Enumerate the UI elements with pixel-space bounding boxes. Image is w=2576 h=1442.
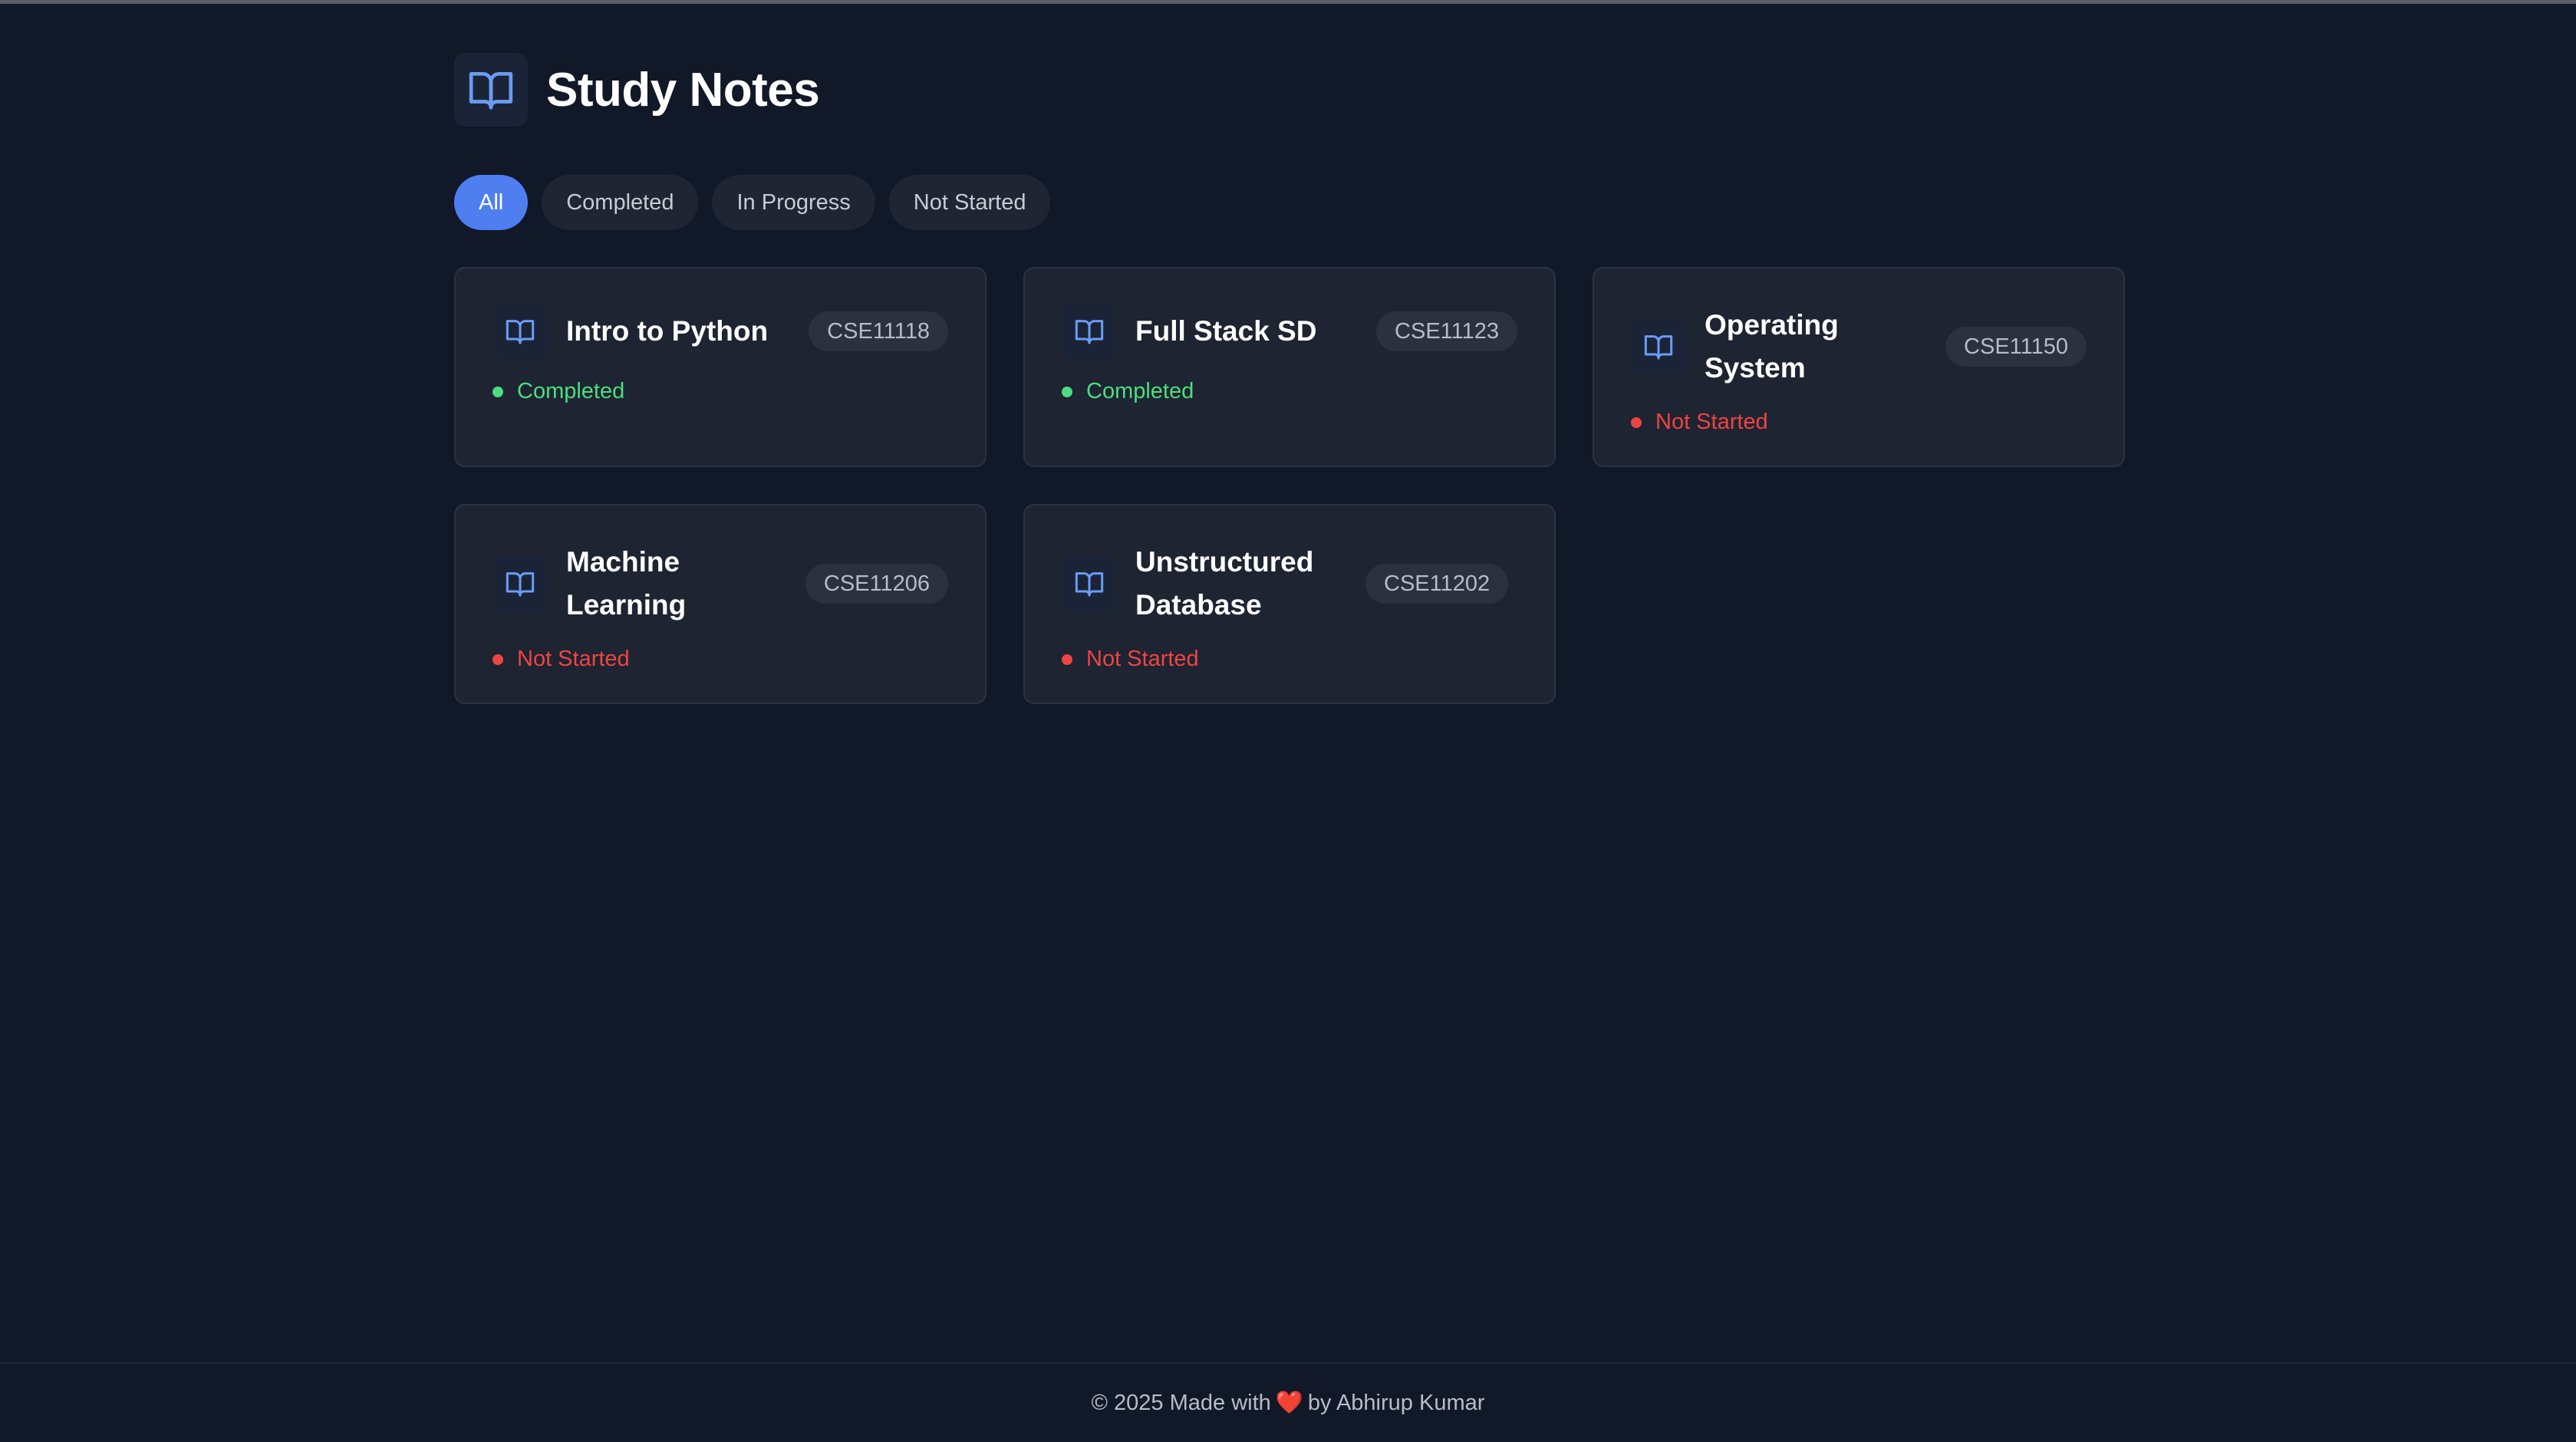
filter-tabs: All Completed In Progress Not Started <box>454 175 2123 230</box>
status-dot <box>492 386 503 397</box>
card-title: Full Stack SD <box>1135 315 1317 347</box>
status-dot <box>1631 416 1642 428</box>
card-title: Unstructured Database <box>1135 546 1314 621</box>
filter-not-started[interactable]: Not Started <box>888 175 1051 230</box>
page-title: Study Notes <box>546 63 820 117</box>
status-text: Completed <box>1086 379 1194 403</box>
heart-icon: ❤️ <box>1275 1391 1303 1415</box>
footer-suffix: by Abhirup Kumar <box>1307 1390 1485 1415</box>
footer: © 2025 Made with ❤️ by Abhirup Kumar <box>0 1362 2576 1442</box>
note-card[interactable]: Machine Learning CSE11206 Not Started <box>454 504 987 704</box>
status-dot <box>1062 654 1072 665</box>
status-dot <box>1062 386 1072 397</box>
open-book-icon <box>454 53 528 127</box>
main-container: Study Notes All Completed In Progress No… <box>454 52 2125 704</box>
course-code-badge: CSE11123 <box>1376 311 1517 351</box>
card-title: Operating System <box>1705 309 1839 384</box>
status-text: Not Started <box>1655 410 1768 434</box>
filter-all[interactable]: All <box>454 175 529 230</box>
status-dot <box>492 654 503 665</box>
footer-prefix: © 2025 Made with <box>1091 1390 1271 1415</box>
open-book-icon <box>1062 556 1117 611</box>
card-title: Intro to Python <box>566 315 769 347</box>
filter-in-progress[interactable]: In Progress <box>712 175 875 230</box>
note-card[interactable]: Unstructured Database CSE11202 Not Start… <box>1023 504 1556 704</box>
status-indicator: Completed <box>492 379 948 404</box>
open-book-icon <box>1631 319 1686 374</box>
note-card[interactable]: Intro to Python CSE11118 Completed <box>454 267 987 467</box>
status-text: Completed <box>517 379 625 403</box>
open-book-icon <box>1062 304 1117 359</box>
note-card[interactable]: Full Stack SD CSE11123 Completed <box>1023 267 1556 467</box>
course-code-badge: CSE11118 <box>809 311 948 351</box>
top-border <box>0 0 2576 4</box>
page-header: Study Notes <box>454 52 2123 127</box>
card-title: Machine Learning <box>566 546 687 621</box>
status-indicator: Not Started <box>492 647 948 672</box>
course-code-badge: CSE11150 <box>1945 327 2087 367</box>
status-indicator: Not Started <box>1062 647 1517 672</box>
filter-completed[interactable]: Completed <box>542 175 699 230</box>
status-text: Not Started <box>517 647 630 671</box>
course-code-badge: CSE11202 <box>1365 564 1509 604</box>
status-text: Not Started <box>1086 647 1199 671</box>
status-indicator: Not Started <box>1631 410 2087 435</box>
note-card[interactable]: Operating System CSE11150 Not Started <box>1593 267 2125 467</box>
open-book-icon <box>492 304 548 359</box>
open-book-icon <box>492 556 548 611</box>
status-indicator: Completed <box>1062 379 1517 404</box>
notes-grid: Intro to Python CSE11118 Completed Full … <box>454 267 2125 704</box>
course-code-badge: CSE11206 <box>805 564 948 604</box>
